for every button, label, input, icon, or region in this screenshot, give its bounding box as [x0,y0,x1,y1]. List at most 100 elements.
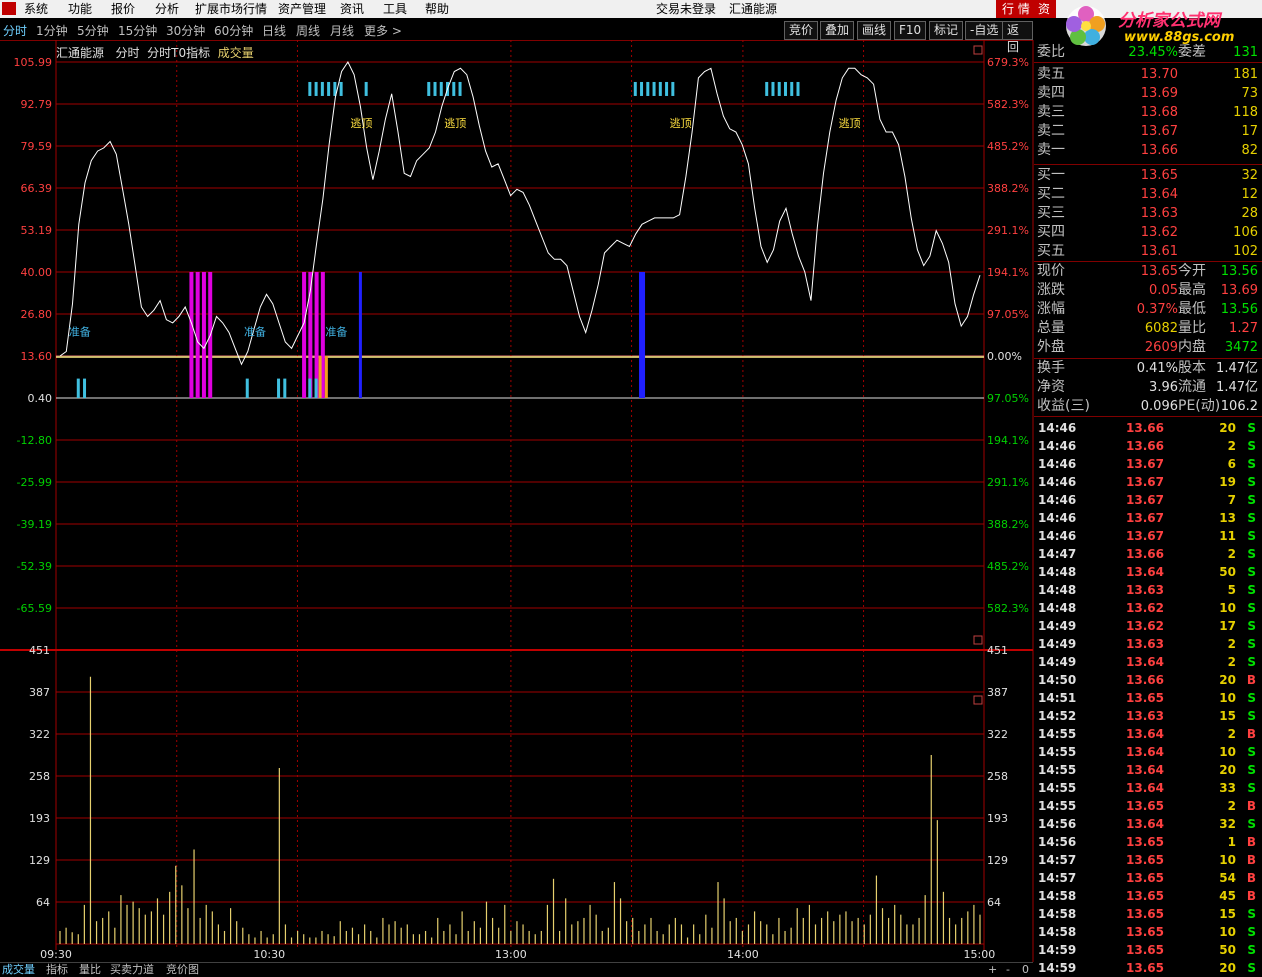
mark-button[interactable]: 标记 [929,21,964,40]
top-marker [796,81,800,96]
bottom-tab-buy-sell-force[interactable]: 买卖力道 [110,963,154,977]
menu-function[interactable]: 功能 [68,1,92,17]
period-tab-daily[interactable]: 日线 [262,22,286,39]
top-marker [458,81,462,96]
volume-tick-label-right: 322 [987,728,1008,741]
bid-level-row: 买四 13.62 [1034,223,1262,242]
top-marker [439,81,443,96]
volume-tick-label-right: 451 [987,644,1008,657]
bottom-tab-volume[interactable]: 成交量 [2,963,35,977]
tick-row: 14:46 13.66 2 S [1034,437,1262,455]
intraday-chart[interactable]: 105.99 679.3% 92.79 582.3% 79.59 485.2% 66.39 3… [0,40,1034,962]
volume-tick-label-left: 451 [29,644,50,657]
quote-fundamental-row-l2: PE(动) [1178,398,1221,414]
pane-maximize-icon[interactable] [973,635,983,645]
quote-stat-row-v2: 13.69 [1220,283,1258,298]
period-tab-60min[interactable]: 60分钟 [214,22,253,39]
menu-help[interactable]: 帮助 [425,1,449,17]
top-marker [646,81,650,96]
bid-volume: 12 [1241,187,1258,202]
pane-maximize-icon[interactable] [973,695,983,705]
bottom-tab-indicator[interactable]: 指标 [46,963,68,977]
tick-volume: 15 [1219,907,1236,921]
order-ratio-row-v2: 131 [1233,45,1258,60]
orange-signal-bar [324,356,328,399]
zoom-in-button[interactable]: + [988,963,997,977]
period-tab-30min[interactable]: 30分钟 [166,22,205,39]
volume-tick-label-right: 64 [987,896,1001,909]
y-tick-label-left: 40.00 [21,266,53,279]
tick-side: S [1247,781,1256,795]
login-status[interactable]: 交易未登录 [656,1,716,17]
quote-stat-row: 现价 13.65 今开 13.56 [1034,262,1262,281]
tab-info[interactable]: 资 [1032,0,1057,18]
top-marker [339,81,343,96]
bottom-tab-volume-ratio[interactable]: 量比 [79,963,101,977]
y-tick-label-left: -39.19 [17,518,52,531]
draw-line-button[interactable]: 画线 [857,21,892,40]
tick-volume: 33 [1219,781,1236,795]
menu-info[interactable]: 资讯 [340,1,364,17]
period-tab-5min[interactable]: 5分钟 [77,22,109,39]
tick-row: 14:59 13.65 50 S [1034,941,1262,959]
magenta-signal-bar [302,271,307,399]
tick-side: S [1247,907,1256,921]
tick-row: 14:49 13.64 2 S [1034,653,1262,671]
period-tab-intraday[interactable]: 分时 [3,22,27,39]
magenta-signal-bar [201,271,206,399]
top-marker [777,81,781,96]
tick-volume: 10 [1219,691,1236,705]
ask-level-row-l1: 卖二 [1037,123,1065,139]
signal-annotation: 逃顶 [350,117,372,130]
period-tab-1min[interactable]: 1分钟 [36,22,68,39]
zoom-out-button[interactable]: - [1006,963,1010,977]
remove-watchlist-button[interactable]: -自选 [965,21,1004,40]
pane-maximize-icon[interactable] [973,45,983,55]
tick-side: B [1246,853,1256,867]
overlay-button[interactable]: 叠加 [820,21,855,40]
period-tab-15min[interactable]: 15分钟 [118,22,157,39]
volume-tick-label-left: 64 [36,896,50,909]
quote-fundamental-row-v2: 1.47亿 [1216,380,1258,395]
menu-analysis[interactable]: 分析 [155,1,179,17]
tick-price: 13.64 [1126,763,1164,777]
ask-level-row-v1: 13.68 [1140,105,1178,120]
auction-button[interactable]: 竞价 [784,21,819,40]
tick-side: S [1247,817,1256,831]
menu-extended-market[interactable]: 扩展市场行情 [195,1,267,17]
y-tick-label-right: 194.1% [987,434,1029,447]
menu-quote[interactable]: 报价 [111,1,135,17]
tick-row: 14:49 13.62 17 S [1034,617,1262,635]
tick-side: S [1247,583,1256,597]
tick-side: S [1247,925,1256,939]
tick-price: 13.67 [1126,493,1164,507]
quote-separator [1034,416,1262,417]
bid-level-row-v1: 13.61 [1140,244,1178,259]
cyan-signal-bar [277,378,281,399]
period-tab-monthly[interactable]: 月线 [330,22,354,39]
f10-button[interactable]: F10 [894,21,927,40]
y-tick-label-left: 53.19 [21,224,53,237]
tick-price: 13.66 [1126,673,1164,687]
menu-asset-management[interactable]: 资产管理 [278,1,326,17]
top-marker [633,81,637,96]
period-tab-more[interactable]: 更多 > [364,22,402,39]
y-tick-label-left: 13.60 [21,350,53,363]
tick-price: 13.63 [1126,637,1164,651]
tick-volume: 2 [1227,637,1236,651]
quote-fundamental-row: 换手 0.41% 股本 1.47亿 [1034,359,1262,378]
tab-market[interactable]: 行 情 [996,0,1036,18]
bottom-tab-auction-chart[interactable]: 竞价图 [166,963,199,977]
ask-volume: 181 [1233,67,1258,82]
back-button[interactable]: 返回 [1002,21,1033,54]
tick-side: S [1247,709,1256,723]
tick-row: 14:57 13.65 10 B [1034,851,1262,869]
period-tab-weekly[interactable]: 周线 [296,22,320,39]
menu-tools[interactable]: 工具 [383,1,407,17]
ask-level-row: 卖二 13.67 [1034,122,1262,141]
menu-system[interactable]: 系统 [24,1,48,17]
tick-row: 14:56 13.64 32 S [1034,815,1262,833]
blue-signal-bar [639,271,646,399]
reset-zoom-button[interactable]: 0 [1022,963,1029,977]
tick-side: S [1247,421,1256,435]
